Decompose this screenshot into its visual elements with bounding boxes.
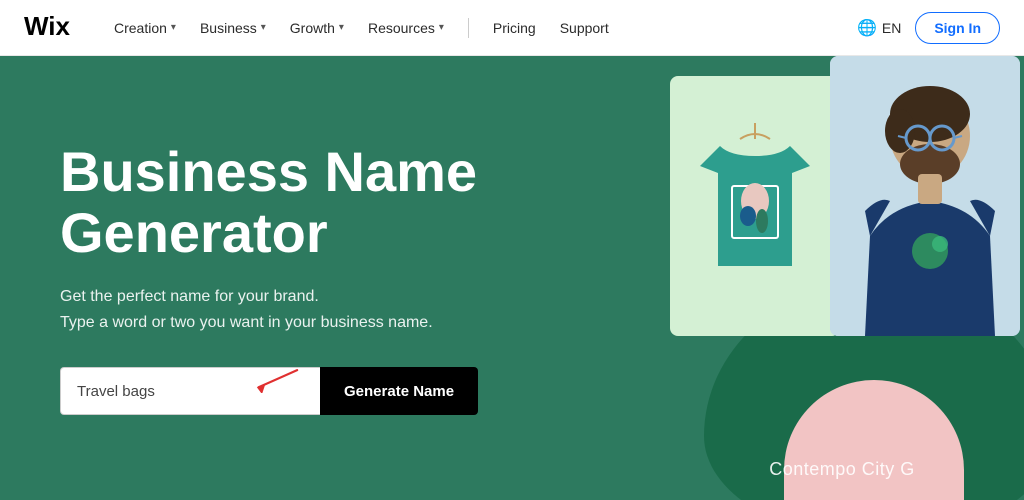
chevron-down-icon: ▾ [171,22,176,33]
nav-growth[interactable]: Growth ▾ [280,14,354,42]
contempo-label: Contempo City G [660,459,1024,480]
hero-content: Business Name Generator Get the perfect … [0,56,660,500]
generate-name-button[interactable]: Generate Name [320,367,478,415]
chevron-down-icon: ▾ [261,22,266,33]
arrow-indicator [250,361,310,398]
globe-icon: 🌐 [857,18,877,38]
language-selector[interactable]: 🌐 EN [857,18,901,38]
hero-subtitle: Get the perfect name for your brand. Typ… [60,284,600,335]
nav-support[interactable]: Support [550,14,619,42]
svg-text:Wix: Wix [24,11,71,39]
chevron-down-icon: ▾ [439,22,444,33]
search-row: Generate Name [60,367,600,415]
navbar: Wix Creation ▾ Business ▾ Growth ▾ Resou… [0,0,1024,56]
nav-links: Creation ▾ Business ▾ Growth ▾ Resources… [104,14,857,42]
hero-title: Business Name Generator [60,141,600,264]
nav-divider [468,18,469,38]
nav-pricing[interactable]: Pricing [483,14,546,42]
wix-logo[interactable]: Wix [24,11,72,44]
hero-illustration: Contempo City G [660,56,1024,500]
nav-resources[interactable]: Resources ▾ [358,14,454,42]
tshirt-card [670,76,840,336]
nav-creation[interactable]: Creation ▾ [104,14,186,42]
person-card [830,56,1020,336]
sign-in-button[interactable]: Sign In [915,12,1000,44]
chevron-down-icon: ▾ [339,22,344,33]
nav-right: 🌐 EN Sign In [857,12,1000,44]
hero-section: Business Name Generator Get the perfect … [0,56,1024,500]
nav-business[interactable]: Business ▾ [190,14,276,42]
